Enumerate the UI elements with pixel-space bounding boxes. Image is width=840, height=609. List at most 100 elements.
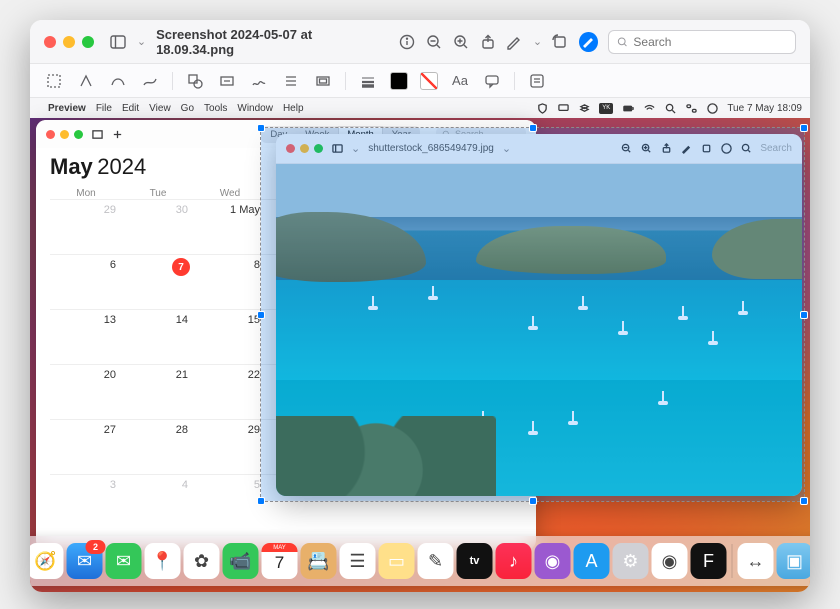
zoom-icon[interactable] (82, 36, 94, 48)
shapes-icon[interactable] (185, 71, 205, 91)
stroke-color-swatch[interactable] (390, 72, 408, 90)
text-icon[interactable] (217, 71, 237, 91)
calendar-cell[interactable]: 29 (194, 420, 266, 474)
line-weight-icon[interactable] (358, 71, 378, 91)
markup-mode-icon[interactable] (579, 32, 598, 52)
close-icon[interactable] (46, 130, 55, 139)
calendar-cell[interactable]: 3 (50, 475, 122, 529)
dock-maps[interactable]: 📍 (145, 543, 181, 579)
minimize-icon[interactable] (60, 130, 69, 139)
menu-help[interactable]: Help (283, 103, 304, 114)
dock-chrome[interactable]: ◉ (652, 543, 688, 579)
calendar-cell[interactable]: 21 (122, 365, 194, 419)
spotlight-icon[interactable] (664, 102, 676, 114)
dock-safari[interactable]: 🧭 (30, 543, 64, 579)
resize-handle-sw[interactable] (257, 497, 265, 505)
resize-handle-s[interactable] (529, 497, 537, 505)
minimize-icon[interactable] (63, 36, 75, 48)
calendar-cell[interactable]: 6 (50, 255, 122, 309)
info-icon[interactable] (399, 33, 416, 51)
zoom-icon[interactable] (74, 130, 83, 139)
chevron-down-icon[interactable]: ⌄ (137, 35, 146, 48)
rotate-icon[interactable] (552, 33, 569, 51)
wifi-icon[interactable] (643, 102, 655, 114)
selection-tool-icon[interactable] (44, 71, 64, 91)
dock-teamviewer[interactable]: ↔ (738, 543, 774, 579)
display-icon[interactable] (557, 102, 569, 114)
zoom-in-icon[interactable] (452, 33, 469, 51)
calendars-icon[interactable] (91, 128, 103, 140)
sidebar-toggle-icon[interactable] (110, 33, 127, 51)
markup-icon[interactable] (506, 33, 523, 51)
selection-marquee[interactable] (260, 127, 805, 502)
calendar-cell[interactable]: 29 (50, 200, 122, 254)
calendar-cell[interactable]: 20 (50, 365, 122, 419)
dock-calendar[interactable]: MAY7 (262, 543, 298, 579)
menu-tools[interactable]: Tools (204, 103, 227, 114)
dock-freeform[interactable]: ✎ (418, 543, 454, 579)
calendar-cell[interactable]: 14 (122, 310, 194, 364)
calendar-cell[interactable]: 28 (122, 420, 194, 474)
menu-go[interactable]: Go (181, 103, 194, 114)
battery-icon[interactable] (622, 102, 634, 114)
dock-music[interactable]: ♪ (496, 543, 532, 579)
user-badge[interactable]: YK (599, 103, 613, 114)
dock-mail[interactable]: ✉ (67, 543, 103, 579)
calendar-cell[interactable]: 27 (50, 420, 122, 474)
calendar-cell[interactable]: 15 (194, 310, 266, 364)
resize-handle-n[interactable] (529, 124, 537, 132)
close-icon[interactable] (44, 36, 56, 48)
calendar-cell[interactable]: 22 (194, 365, 266, 419)
canvas[interactable]: Preview File Edit View Go Tools Window H… (30, 98, 810, 592)
menu-edit[interactable]: Edit (122, 103, 139, 114)
search-input[interactable] (633, 35, 787, 49)
menu-window[interactable]: Window (237, 103, 273, 114)
siri-icon[interactable] (706, 102, 718, 114)
calendar-cell[interactable]: 7 (122, 255, 194, 309)
chevron-down-icon[interactable]: ⌄ (533, 35, 542, 48)
calendar-cell[interactable]: 13 (50, 310, 122, 364)
clock[interactable]: Tue 7 May 18:09 (727, 103, 802, 114)
menubar-app[interactable]: Preview (48, 103, 86, 114)
dock-figma[interactable]: F (691, 543, 727, 579)
resize-handle-ne[interactable] (800, 124, 808, 132)
resize-handle-e[interactable] (800, 311, 808, 319)
calendar-cell[interactable]: 30 (122, 200, 194, 254)
dock-appstore[interactable]: A (574, 543, 610, 579)
dock-messages[interactable]: ✉ (106, 543, 142, 579)
menu-view[interactable]: View (149, 103, 171, 114)
annotate-icon[interactable] (482, 71, 502, 91)
adjust-color-icon[interactable] (281, 71, 301, 91)
search-field[interactable] (608, 30, 796, 54)
dropbox-icon[interactable] (578, 102, 590, 114)
menu-file[interactable]: File (96, 103, 112, 114)
calendar-cell[interactable]: 5 (194, 475, 266, 529)
dock-settings[interactable]: ⚙ (613, 543, 649, 579)
zoom-out-icon[interactable] (425, 33, 442, 51)
sketch-icon[interactable] (140, 71, 160, 91)
dock-folder[interactable]: ▣ (777, 543, 811, 579)
dock-podcasts[interactable]: ◉ (535, 543, 571, 579)
calendar-cell[interactable]: 8 (194, 255, 266, 309)
resize-handle-nw[interactable] (257, 124, 265, 132)
sign-icon[interactable] (249, 71, 269, 91)
fill-color-swatch[interactable] (420, 72, 438, 90)
add-event-icon[interactable] (111, 128, 123, 140)
dock-tv[interactable]: tv (457, 543, 493, 579)
description-icon[interactable] (527, 71, 547, 91)
share-icon[interactable] (479, 33, 496, 51)
adjust-size-icon[interactable] (313, 71, 333, 91)
dock-facetime[interactable]: 📹 (223, 543, 259, 579)
text-style-icon[interactable]: Aa (450, 71, 470, 91)
lasso-icon[interactable] (108, 71, 128, 91)
calendar-cell[interactable]: 4 (122, 475, 194, 529)
calendar-cell[interactable]: 1 May (194, 200, 266, 254)
control-center-icon[interactable] (685, 102, 697, 114)
dock-contacts[interactable]: 📇 (301, 543, 337, 579)
resize-handle-w[interactable] (257, 311, 265, 319)
resize-handle-se[interactable] (800, 497, 808, 505)
shield-icon[interactable] (536, 102, 548, 114)
instant-alpha-icon[interactable] (76, 71, 96, 91)
dock-reminders[interactable]: ☰ (340, 543, 376, 579)
dock-notes[interactable]: ▭ (379, 543, 415, 579)
